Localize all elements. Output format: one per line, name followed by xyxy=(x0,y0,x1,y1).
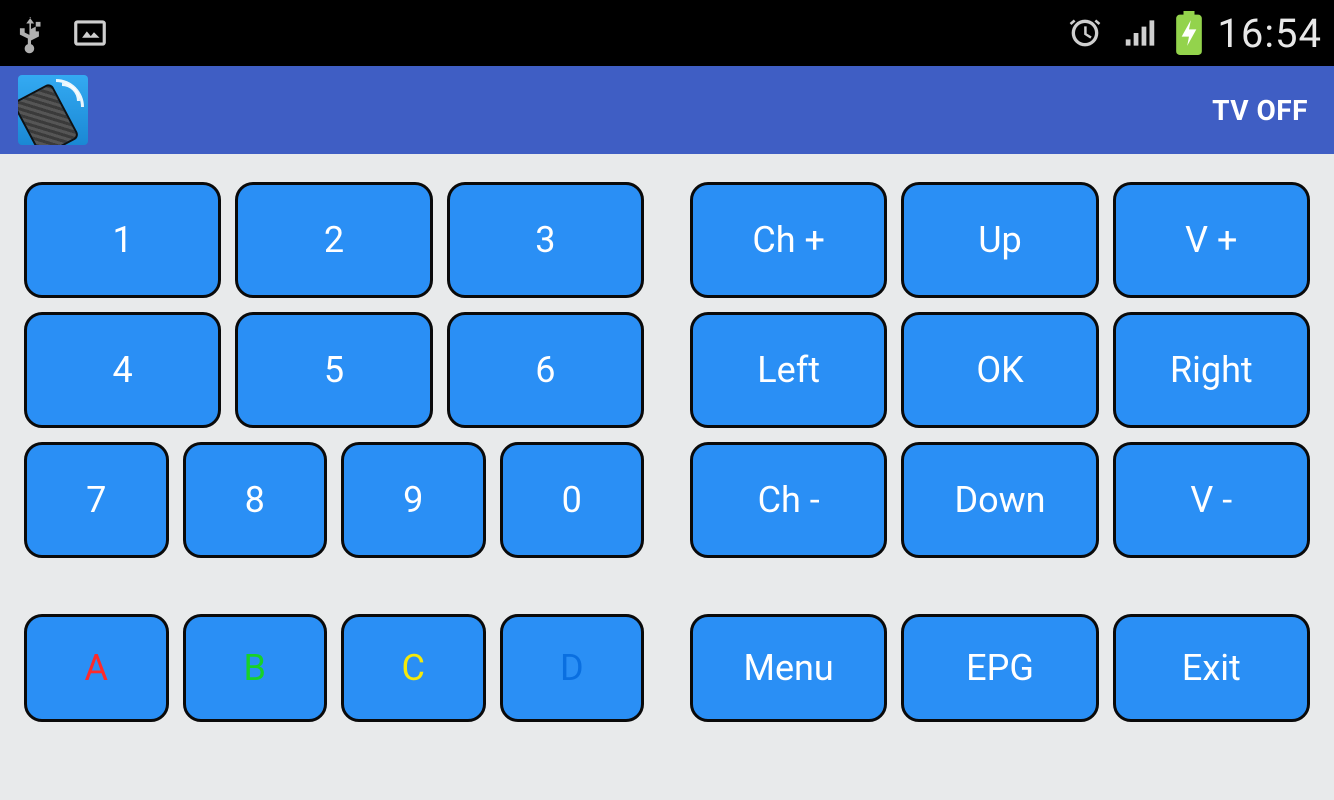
epg-button[interactable]: EPG xyxy=(901,614,1098,722)
num-6-button[interactable]: 6 xyxy=(447,312,644,428)
color-b-label: B xyxy=(244,647,266,689)
nav-panel: Ch + Up V + Left OK Right Ch - Down V - xyxy=(690,182,1310,558)
android-status-bar: 16:54 xyxy=(0,0,1334,66)
color-d-button[interactable]: D xyxy=(500,614,645,722)
num-8-button[interactable]: 8 xyxy=(183,442,328,558)
left-button[interactable]: Left xyxy=(690,312,887,428)
status-time: 16:54 xyxy=(1217,10,1322,57)
color-d-label: D xyxy=(560,647,584,689)
ok-button[interactable]: OK xyxy=(901,312,1098,428)
color-a-button[interactable]: A xyxy=(24,614,169,722)
num-0-button[interactable]: 0 xyxy=(500,442,645,558)
num-3-button[interactable]: 3 xyxy=(447,182,644,298)
exit-button[interactable]: Exit xyxy=(1113,614,1310,722)
content: 1 2 3 4 5 6 7 8 9 0 Ch + Up V xyxy=(0,154,1334,722)
up-button[interactable]: Up xyxy=(901,182,1098,298)
channel-down-button[interactable]: Ch - xyxy=(690,442,887,558)
app-icon xyxy=(18,75,88,145)
color-c-label: C xyxy=(402,647,425,689)
signal-icon xyxy=(1119,14,1161,52)
num-2-button[interactable]: 2 xyxy=(235,182,432,298)
color-a-label: A xyxy=(85,647,108,689)
image-icon xyxy=(68,14,112,52)
app-bar: TV OFF xyxy=(0,66,1334,154)
alarm-icon xyxy=(1065,13,1105,53)
color-b-button[interactable]: B xyxy=(183,614,328,722)
usb-icon xyxy=(12,10,50,56)
num-4-button[interactable]: 4 xyxy=(24,312,221,428)
numpad-panel: 1 2 3 4 5 6 7 8 9 0 xyxy=(24,182,644,558)
down-button[interactable]: Down xyxy=(901,442,1098,558)
color-keys-panel: A B C D xyxy=(24,614,644,722)
num-7-button[interactable]: 7 xyxy=(24,442,169,558)
num-5-button[interactable]: 5 xyxy=(235,312,432,428)
menu-button[interactable]: Menu xyxy=(690,614,887,722)
menu-panel: Menu EPG Exit xyxy=(690,614,1310,722)
status-right: 16:54 xyxy=(1065,10,1322,57)
num-9-button[interactable]: 9 xyxy=(341,442,486,558)
tv-off-button[interactable]: TV OFF xyxy=(1204,84,1316,137)
channel-up-button[interactable]: Ch + xyxy=(690,182,887,298)
volume-down-button[interactable]: V - xyxy=(1113,442,1310,558)
num-1-button[interactable]: 1 xyxy=(24,182,221,298)
battery-charging-icon xyxy=(1175,11,1203,55)
volume-up-button[interactable]: V + xyxy=(1113,182,1310,298)
status-left xyxy=(12,10,112,56)
right-button[interactable]: Right xyxy=(1113,312,1310,428)
color-c-button[interactable]: C xyxy=(341,614,486,722)
